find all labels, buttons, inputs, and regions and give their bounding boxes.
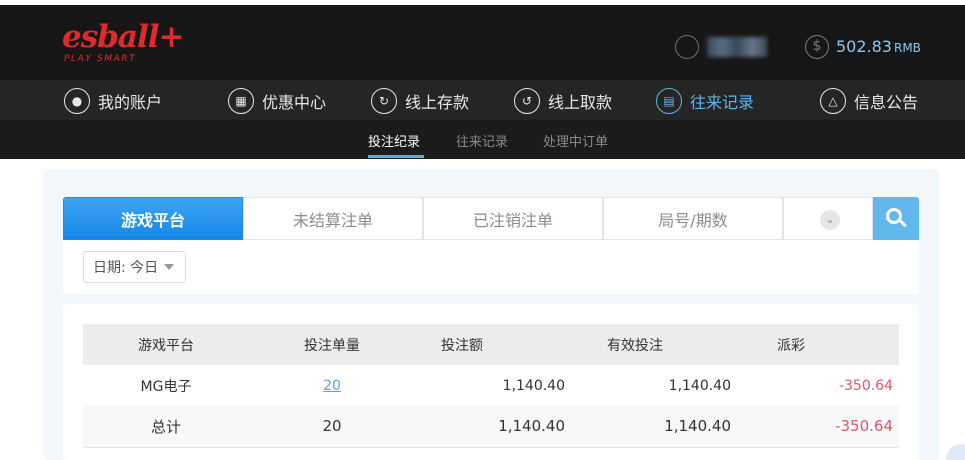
- table-total-row: 总计 20 1,140.40 1,140.40 -350.64: [83, 406, 899, 448]
- cell-total-payout: -350.64: [747, 406, 899, 448]
- search-icon-handle: [899, 219, 907, 228]
- date-filter-label: 日期: 今日: [93, 260, 159, 276]
- nav-label: 线上存款: [405, 93, 470, 112]
- nav-label: 优惠中心: [262, 93, 327, 112]
- caret-down-icon: [164, 264, 175, 270]
- subnav-bet-records[interactable]: 投注纪录: [368, 131, 420, 150]
- user-icon: ●: [64, 88, 90, 114]
- dollar-icon: $: [805, 35, 829, 59]
- nav-deposit[interactable]: ↻ 线上存款: [371, 87, 469, 115]
- tab-round-number[interactable]: 局号/期数: [603, 197, 783, 240]
- bet-count-link[interactable]: 20: [323, 378, 341, 394]
- nav-records[interactable]: ▤ 往来记录: [656, 87, 754, 115]
- tab-game-platform[interactable]: 游戏平台: [63, 197, 243, 240]
- tab-cancelled-bets[interactable]: 已注销注单: [423, 197, 603, 240]
- bet-summary-table: 游戏平台 投注单量 投注额 有效投注 派彩 MG电子 20 1,140.40 1…: [83, 324, 899, 448]
- col-platform: 游戏平台: [83, 324, 249, 365]
- cell-total-amount: 1,140.40: [415, 406, 581, 448]
- table-row: MG电子 20 1,140.40 1,140.40 -350.64: [83, 365, 899, 406]
- bell-icon: △: [820, 88, 846, 114]
- account-user-icon[interactable]: [675, 35, 699, 59]
- nav-label: 线上取款: [548, 93, 613, 112]
- balance-currency: RMB: [893, 41, 921, 55]
- brand-tagline: PLAY SMART: [64, 54, 137, 64]
- tab-unsettled-bets[interactable]: 未结算注单: [243, 197, 423, 240]
- withdraw-icon: ↺: [514, 88, 540, 114]
- nav-my-account[interactable]: ● 我的账户: [64, 87, 162, 115]
- username-blurred: [707, 37, 767, 57]
- cell-platform: MG电子: [83, 365, 249, 406]
- cell-bet-amount: 1,140.40: [415, 365, 581, 406]
- nav-label: 信息公告: [854, 93, 919, 112]
- subnav-pending-orders[interactable]: 处理中订单: [543, 131, 608, 150]
- record-icon: ▤: [656, 88, 682, 114]
- deposit-icon: ↻: [371, 88, 397, 114]
- brand-logo[interactable]: esball+ PLAY SMART: [62, 19, 184, 69]
- account-balance: 502.83 RMB: [836, 37, 921, 56]
- tab-more[interactable]: ⌄: [783, 197, 873, 240]
- sub-nav: 投注纪录 往来记录 处理中订单: [0, 120, 965, 159]
- floating-widget[interactable]: [946, 444, 965, 460]
- cell-payout: -350.64: [747, 365, 899, 406]
- nav-announcements[interactable]: △ 信息公告: [820, 87, 918, 115]
- table-header-row: 游戏平台 投注单量 投注额 有效投注 派彩: [83, 324, 899, 365]
- cell-total-count: 20: [249, 406, 415, 448]
- brand-name: esball+: [62, 19, 184, 55]
- nav-promotions[interactable]: ▦ 优惠中心: [228, 87, 326, 115]
- nav-withdraw[interactable]: ↺ 线上取款: [514, 87, 612, 115]
- nav-label: 往来记录: [690, 93, 755, 112]
- gift-icon: ▦: [228, 88, 254, 114]
- cell-bet-count: 20: [249, 365, 415, 406]
- cell-total-valid: 1,140.40: [581, 406, 747, 448]
- main-nav: ● 我的账户 ▦ 优惠中心 ↻ 线上存款 ↺ 线上取款 ▤ 往来记录 △ 信息公…: [0, 79, 965, 120]
- subnav-transactions[interactable]: 往来记录: [456, 131, 508, 150]
- date-filter-select[interactable]: 日期: 今日: [83, 251, 186, 283]
- cell-total-label: 总计: [83, 406, 249, 448]
- col-valid-bet: 有效投注: [581, 324, 747, 365]
- col-bet-count: 投注单量: [249, 324, 415, 365]
- cell-valid-bet: 1,140.40: [581, 365, 747, 406]
- header: esball+ PLAY SMART $ 502.83 RMB: [0, 5, 965, 79]
- col-bet-amount: 投注额: [415, 324, 581, 365]
- subnav-active-indicator: [368, 155, 424, 158]
- nav-label: 我的账户: [98, 93, 163, 112]
- col-payout: 派彩: [747, 324, 899, 365]
- chevron-down-icon: ⌄: [820, 210, 840, 230]
- search-button[interactable]: [873, 197, 919, 240]
- balance-amount: 502.83: [836, 37, 892, 56]
